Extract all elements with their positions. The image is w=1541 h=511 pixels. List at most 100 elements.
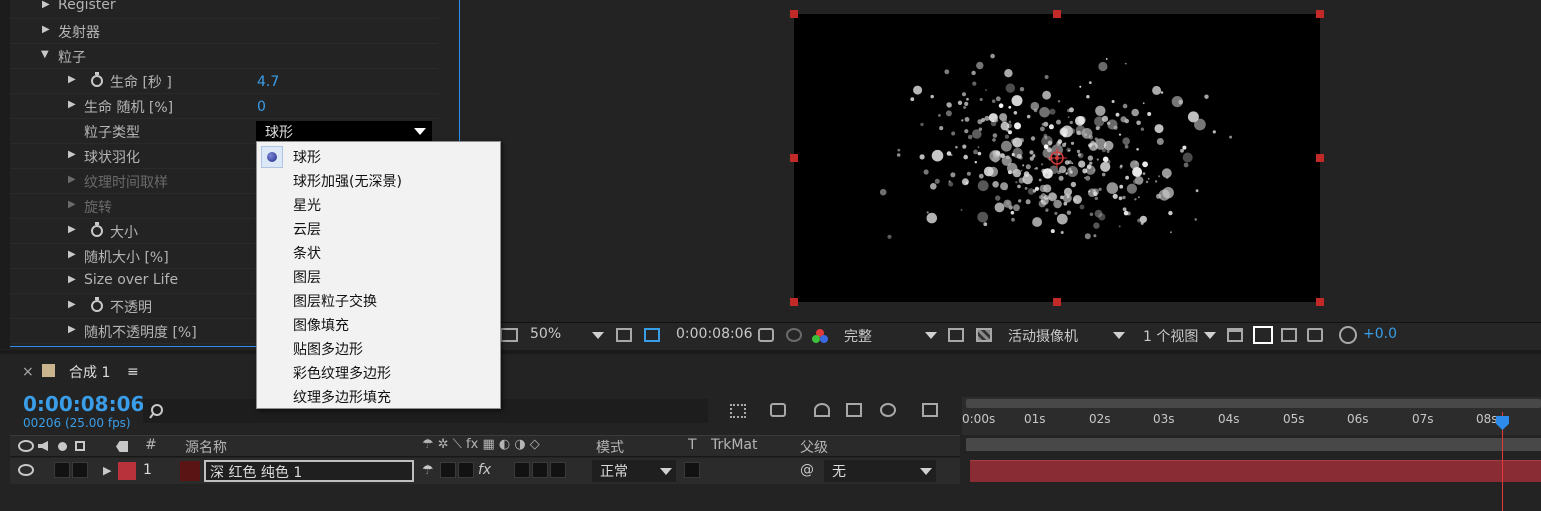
resolution-select[interactable]: 完整 (844, 326, 872, 346)
menu-item-cloudlet[interactable]: 云层 (257, 216, 500, 240)
stopwatch-icon[interactable] (91, 222, 103, 237)
prop-life[interactable]: ▶ 生命 [秒 ] 4.7 (10, 69, 438, 94)
expand-arrow-icon[interactable]: ▶ (68, 74, 76, 85)
region-of-interest-icon[interactable] (616, 328, 632, 342)
flowchart-icon[interactable] (1307, 328, 1323, 342)
monitor-icon[interactable] (500, 328, 518, 342)
expand-arrow-icon[interactable]: ▶ (68, 199, 76, 210)
menu-item-streaklet[interactable]: 条状 (257, 240, 500, 264)
particle-type-select[interactable]: 球形 (256, 121, 432, 141)
menu-item-sprite[interactable]: 图层 (257, 264, 500, 288)
exposure-value[interactable]: +0.0 (1363, 326, 1397, 342)
transform-handle[interactable] (1316, 10, 1324, 18)
color-channels-icon[interactable] (812, 329, 828, 343)
stopwatch-icon[interactable] (91, 72, 103, 87)
adjustment-switch[interactable] (532, 462, 548, 478)
transform-handle[interactable] (790, 10, 798, 18)
blend-mode-select[interactable]: 正常 (592, 460, 676, 482)
graph-editor-icon[interactable] (922, 403, 938, 417)
show-snapshot-icon[interactable] (786, 328, 802, 342)
zoom-select[interactable]: 50% (530, 326, 561, 342)
layer-duration-bar[interactable] (970, 460, 1541, 482)
audio-toggle[interactable] (54, 462, 70, 478)
eye-icon[interactable] (18, 440, 34, 452)
chevron-down-icon[interactable] (1113, 332, 1125, 339)
menu-item-sprite-fill[interactable]: 图像填充 (257, 312, 500, 336)
menu-item-sphere[interactable]: 球形 (257, 144, 500, 168)
draft-3d-icon[interactable] (770, 403, 786, 417)
lock-icon[interactable] (75, 441, 85, 451)
camera-select[interactable]: 活动摄像机 (1008, 326, 1078, 346)
menu-item-textured-polygon-fill[interactable]: 纹理多边形填充 (257, 384, 500, 408)
prop-emitter[interactable]: ▶ 发射器 (10, 19, 438, 44)
layer-name-field[interactable]: 深 红色 纯色 1 (204, 460, 414, 482)
anchor-point-icon[interactable] (1047, 148, 1067, 168)
expand-arrow-icon[interactable]: ▶ (68, 274, 76, 285)
transform-handle[interactable] (1053, 298, 1061, 306)
close-tab-icon[interactable]: × (22, 364, 34, 380)
comp-tab[interactable]: 合成 1 (69, 362, 110, 382)
menu-item-sprite-colorize[interactable]: 图层粒子交换 (257, 288, 500, 312)
chevron-down-icon[interactable] (925, 332, 937, 339)
panel-menu-icon[interactable]: ≡ (127, 364, 139, 380)
life-value[interactable]: 4.7 (257, 74, 279, 90)
expand-arrow-icon[interactable]: ▶ (42, 0, 50, 10)
transform-handle[interactable] (790, 154, 798, 162)
transform-handle[interactable] (1316, 298, 1324, 306)
motion-blur-switch[interactable] (514, 462, 530, 478)
pick-whip-icon[interactable]: @ (800, 462, 814, 478)
col-source-name[interactable]: 源名称 (185, 437, 227, 457)
motion-blur-icon[interactable] (880, 403, 896, 417)
menu-item-textured-polygon-colorize[interactable]: 彩色纹理多边形 (257, 360, 500, 384)
shy-switch-icon[interactable]: ☂ (422, 463, 434, 478)
fast-previews-lightning-icon[interactable] (1253, 326, 1273, 344)
transform-handle[interactable] (1316, 154, 1324, 162)
expand-layer-icon[interactable]: ▶ (103, 464, 111, 477)
quality-switch[interactable] (458, 462, 474, 478)
lock-toggle[interactable] (72, 462, 88, 478)
camera-snapshot-icon[interactable] (758, 328, 774, 342)
toggle-pixel-aspect-icon[interactable] (1227, 328, 1243, 342)
solo-icon[interactable] (58, 442, 67, 451)
collapse-switch[interactable] (440, 462, 456, 478)
expand-arrow-icon[interactable]: ▶ (68, 224, 76, 235)
views-select[interactable]: 1 个视图 (1143, 326, 1198, 346)
trkmat-select[interactable] (684, 462, 700, 478)
menu-item-glow-sphere[interactable]: 球形加强(无深景) (257, 168, 500, 192)
3d-layer-switch[interactable] (550, 462, 566, 478)
expand-arrow-icon[interactable]: ▶ (68, 174, 76, 185)
expand-arrow-icon[interactable]: ▶ (68, 99, 76, 110)
viewer-timecode[interactable]: 0:00:08:06 (676, 326, 753, 342)
parent-select[interactable]: 无 (824, 460, 936, 482)
fast-preview-icon[interactable] (948, 328, 964, 342)
expand-arrow-icon[interactable]: ▶ (42, 24, 50, 35)
prop-life-random[interactable]: ▶ 生命 随机 [%] 0 (10, 94, 438, 119)
current-time[interactable]: 0:00:08:06 (23, 392, 144, 416)
expand-arrow-icon[interactable]: ▶ (68, 324, 76, 335)
stopwatch-icon[interactable] (91, 297, 103, 312)
chevron-down-icon[interactable] (1204, 332, 1216, 339)
composition-canvas[interactable] (794, 14, 1320, 302)
fx-switch-icon[interactable]: fx (478, 462, 491, 478)
menu-item-star[interactable]: 星光 (257, 192, 500, 216)
expand-arrow-icon[interactable]: ▶ (68, 149, 76, 160)
shy-layers-icon[interactable] (814, 403, 830, 417)
collapse-arrow-icon[interactable]: ▼ (41, 49, 49, 60)
comp-mini-flowchart-icon[interactable] (730, 404, 746, 418)
expand-arrow-icon[interactable]: ▶ (68, 249, 76, 260)
time-navigator-bar[interactable] (966, 399, 1541, 408)
frame-blending-icon[interactable] (846, 403, 862, 417)
expand-arrow-icon[interactable]: ▶ (68, 299, 76, 310)
prop-particle-group[interactable]: ▼ 粒子 (10, 44, 438, 69)
transform-handle[interactable] (1053, 10, 1061, 18)
reset-exposure-icon[interactable] (1339, 326, 1357, 344)
layer-label-color[interactable] (118, 462, 136, 480)
prop-register[interactable]: ▶ Register (10, 0, 438, 19)
life-random-value[interactable]: 0 (257, 99, 266, 115)
transparency-grid-icon[interactable] (644, 328, 660, 342)
checkerboard-icon[interactable] (976, 328, 992, 342)
work-area-bar[interactable] (966, 438, 1541, 451)
chevron-down-icon[interactable] (592, 332, 604, 339)
transform-handle[interactable] (790, 298, 798, 306)
timeline-icon[interactable] (1281, 328, 1297, 342)
